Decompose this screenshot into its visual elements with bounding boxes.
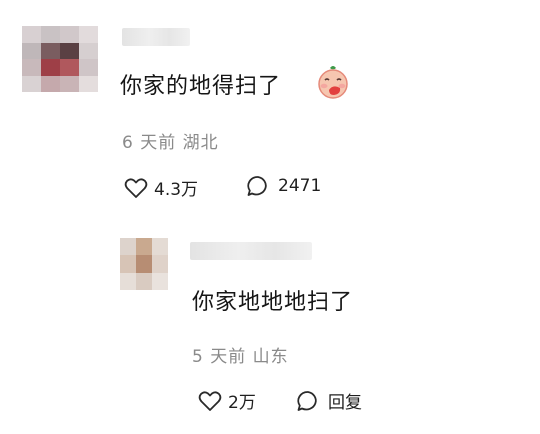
reply-meta: 5 天前 山东 <box>192 347 289 367</box>
avatar[interactable] <box>120 238 168 290</box>
comment-text: 你家的地得扫了 <box>120 74 282 99</box>
comment-meta: 6 天前 湖北 <box>122 133 219 153</box>
reply-count: 2471 <box>278 176 322 196</box>
like-count: 4.3万 <box>154 180 199 200</box>
username-blurred[interactable] <box>122 28 190 46</box>
heart-icon <box>198 390 222 412</box>
reply-label: 回复 <box>328 393 362 413</box>
like-button[interactable]: 4.3万 <box>124 175 198 200</box>
speech-bubble-icon <box>296 390 320 412</box>
reply-button[interactable]: 2471 <box>246 175 321 197</box>
speech-bubble-icon <box>246 175 270 197</box>
avatar[interactable] <box>22 26 98 92</box>
reply-button[interactable]: 回复 <box>296 388 362 413</box>
like-button[interactable]: 2万 <box>198 388 256 413</box>
face-with-hand-over-mouth-icon <box>316 64 350 100</box>
heart-icon <box>124 177 148 199</box>
username-blurred[interactable] <box>190 242 312 260</box>
like-count: 2万 <box>228 393 256 413</box>
reply-text: 你家地地地扫了 <box>192 290 354 315</box>
